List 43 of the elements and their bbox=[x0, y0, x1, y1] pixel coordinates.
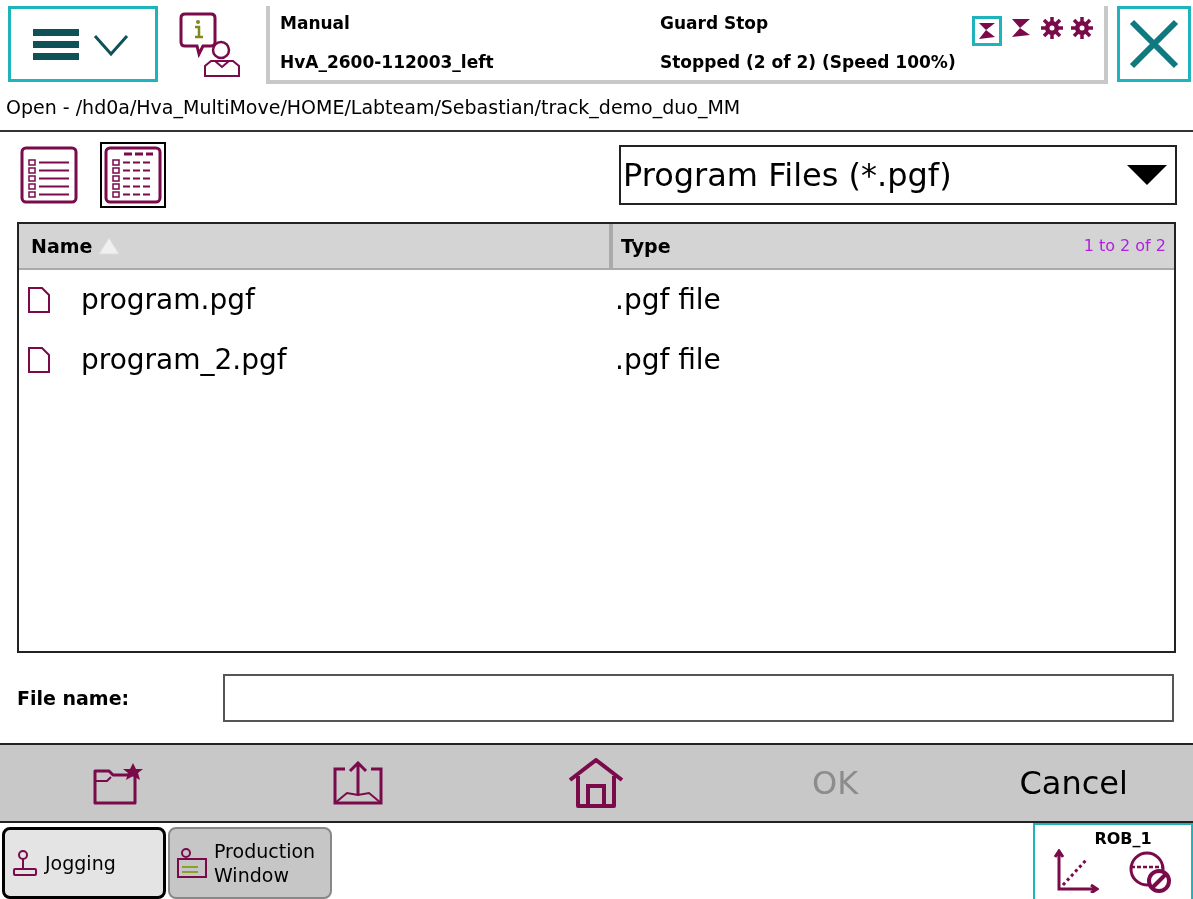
home-icon bbox=[568, 758, 625, 809]
taskbar-button[interactable]: Production Window bbox=[168, 827, 332, 899]
controller-name-text: HvA_2600-112003_left bbox=[280, 51, 495, 74]
file-icon bbox=[27, 346, 51, 373]
column-header[interactable]: Type bbox=[621, 231, 671, 261]
file-row[interactable]: program.pgf .pgf file bbox=[19, 269, 1174, 330]
gear-icon bbox=[1040, 16, 1064, 40]
safety-state-text: Guard Stop bbox=[660, 11, 770, 35]
toolbar-button[interactable] bbox=[568, 758, 625, 809]
file-type-dropdown[interactable]: Program Files (*.pgf) bbox=[619, 144, 1177, 205]
file-row[interactable]: program_2.pgf .pgf file bbox=[19, 329, 1174, 390]
mechanical-unit-icon bbox=[972, 16, 1002, 46]
upload-icon bbox=[332, 761, 383, 806]
item-count-text: 1 to 2 of 2 bbox=[1083, 234, 1166, 257]
list-view-icon bbox=[20, 145, 78, 204]
close-button[interactable] bbox=[1117, 6, 1191, 82]
details-view-icon bbox=[104, 145, 162, 204]
dialog-button[interactable]: Cancel bbox=[1019, 759, 1128, 808]
file-icon bbox=[27, 286, 51, 313]
file-name-label: File name: bbox=[17, 685, 131, 711]
file-type-cell-text: .pgf file bbox=[615, 341, 721, 378]
file-type-cell-text: .pgf file bbox=[615, 281, 721, 318]
close-icon bbox=[1128, 18, 1180, 70]
operating-mode-text: Manual bbox=[280, 11, 351, 35]
toolbar-button[interactable] bbox=[332, 761, 383, 806]
tool-disabled-icon bbox=[1127, 849, 1173, 893]
status-panel[interactable]: Manual HvA_2600-112003_left Guard Stop Stopped (2 of 2) (Speed 100%) bbox=[266, 6, 1108, 84]
menu-button[interactable] bbox=[8, 6, 158, 82]
dialog-title: Open - /hd0a/Hva_MultiMove/HOME/Labteam/Sebastian/track_demo_duo_MM bbox=[6, 94, 741, 121]
gear-icon bbox=[1070, 16, 1094, 40]
file-name-cell-text: program.pgf bbox=[81, 281, 255, 318]
file-name-cell-text: program_2.pgf bbox=[81, 341, 287, 378]
joystick-icon bbox=[11, 849, 39, 877]
run-state-text: Stopped (2 of 2) (Speed 100%) bbox=[660, 51, 957, 74]
coordinate-axes-icon bbox=[1053, 849, 1099, 893]
sort-ascending-icon bbox=[98, 236, 121, 255]
production-window-icon bbox=[176, 847, 208, 879]
column-header[interactable]: Name bbox=[19, 223, 613, 268]
robot-status-button[interactable]: ROB_1 bbox=[1033, 823, 1193, 899]
taskbar-button[interactable]: Jogging bbox=[2, 827, 166, 899]
file-name-field[interactable] bbox=[223, 674, 1174, 723]
view-toggle-button[interactable] bbox=[100, 141, 166, 208]
dropdown-arrow-icon bbox=[1127, 164, 1167, 185]
